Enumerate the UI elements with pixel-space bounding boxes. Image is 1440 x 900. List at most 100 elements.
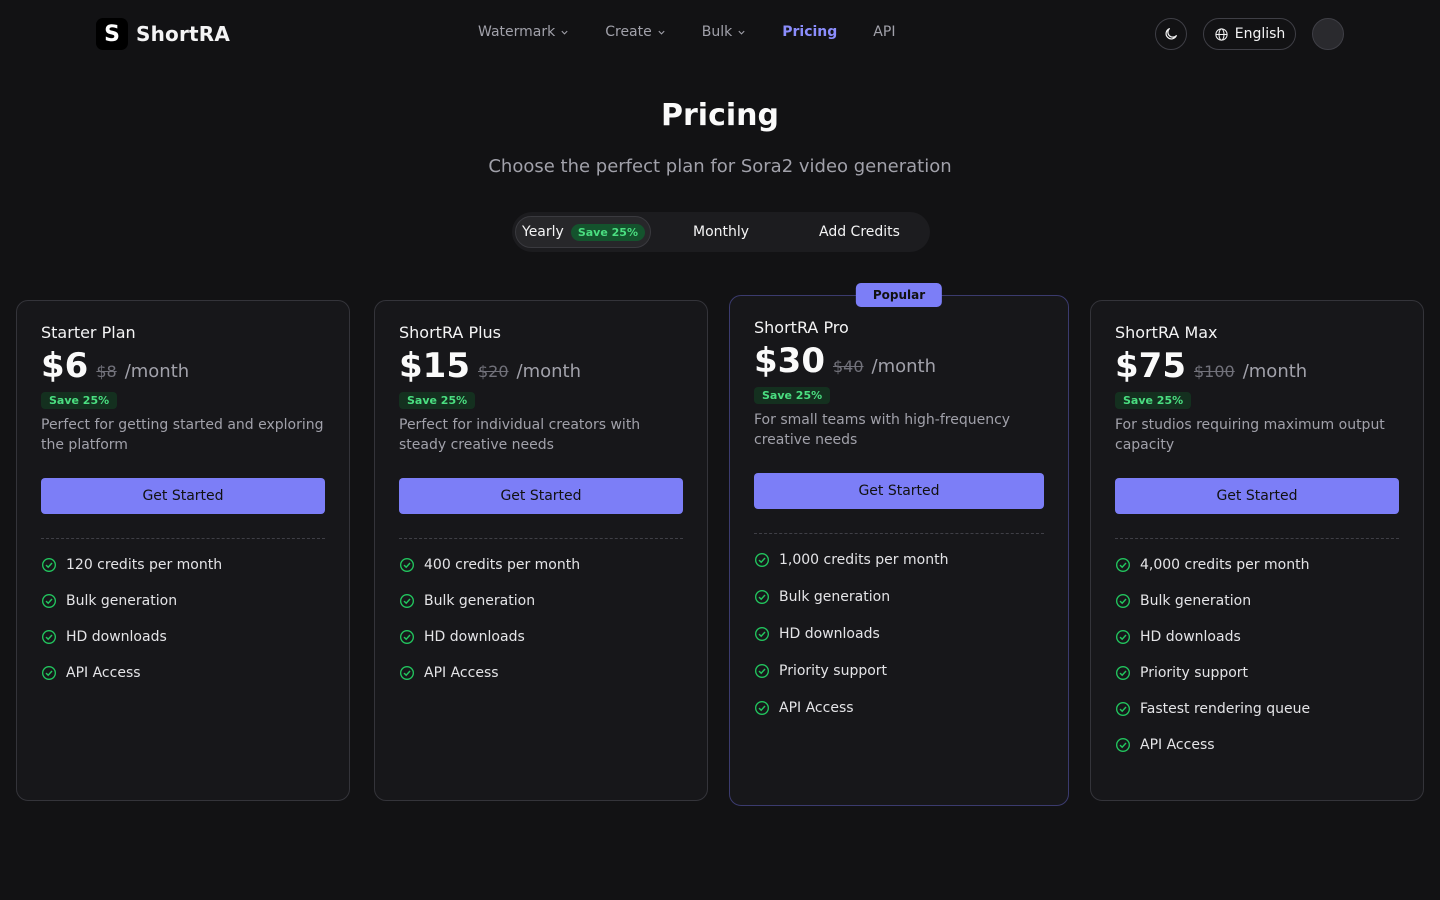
nav-item-label: Create — [605, 24, 652, 40]
nav-item-label: Pricing — [782, 24, 838, 40]
plan-description: For studios requiring maximum output cap… — [1115, 417, 1385, 453]
feature-item: API Access — [1115, 735, 1399, 755]
main-nav: Watermark Create Bulk Pricing API — [478, 24, 931, 40]
divider — [1115, 538, 1399, 539]
get-started-button[interactable]: Get Started — [41, 478, 325, 514]
feature-item: Fastest rendering queue — [1115, 699, 1399, 719]
price-row: $75 $100 /month — [1115, 346, 1399, 386]
nav-item-api[interactable]: API — [873, 24, 895, 40]
feature-label: 120 credits per month — [66, 557, 223, 573]
check-circle-icon — [1116, 702, 1130, 716]
nav-item-pricing[interactable]: Pricing — [782, 24, 837, 40]
feature-label: Bulk generation — [66, 593, 178, 609]
feature-label: API Access — [1140, 737, 1215, 753]
plan-description: For small teams with high-frequency crea… — [754, 412, 1011, 448]
plan-price: $15 — [399, 346, 470, 386]
check-circle-icon — [1116, 630, 1130, 644]
language-selector[interactable]: English — [1203, 18, 1296, 50]
feature-label: HD downloads — [66, 629, 167, 645]
plan-old-price: $100 — [1193, 362, 1235, 381]
nav-item-watermark[interactable]: Watermark — [478, 24, 569, 40]
plan-card-starter: Starter Plan $6 $8 /month Save 25% Perfe… — [16, 300, 350, 801]
nav-item-bulk[interactable]: Bulk — [702, 24, 746, 40]
get-started-button[interactable]: Get Started — [754, 473, 1044, 509]
plan-card-plus: ShortRA Plus $15 $20 /month Save 25% Per… — [374, 300, 708, 801]
feature-item: Priority support — [754, 661, 1044, 681]
check-circle-icon — [400, 666, 414, 680]
check-circle-icon — [755, 664, 769, 678]
chevron-down-icon — [738, 30, 745, 35]
feature-label: HD downloads — [424, 629, 525, 645]
plan-period: /month — [516, 361, 582, 382]
plan-price: $75 — [1115, 346, 1186, 386]
plan-period: /month — [871, 356, 937, 377]
feature-label: Bulk generation — [424, 593, 536, 609]
price-row: $15 $20 /month — [399, 346, 683, 386]
check-circle-icon — [42, 558, 56, 572]
billing-toggle: Yearly Save 25% Monthly Add Credits — [512, 212, 930, 252]
save-badge: Save 25% — [1115, 392, 1192, 409]
chevron-down-icon — [561, 30, 568, 35]
feature-item: Bulk generation — [399, 591, 683, 611]
save-badge: Save 25% — [754, 387, 831, 404]
feature-label: HD downloads — [779, 626, 880, 642]
feature-item: 120 credits per month — [41, 555, 325, 575]
check-circle-icon — [755, 590, 769, 604]
check-circle-icon — [400, 558, 414, 572]
feature-label: API Access — [424, 665, 499, 681]
check-circle-icon — [400, 630, 414, 644]
toggle-add-credits-label: Add Credits — [819, 224, 900, 240]
plan-description: Perfect for individual creators with ste… — [399, 417, 641, 453]
plan-price: $6 — [41, 346, 89, 386]
feature-item: API Access — [399, 663, 683, 683]
divider — [399, 538, 683, 539]
top-header: S ShortRA Watermark Create Bulk Pricing … — [0, 0, 1440, 68]
check-circle-icon — [755, 627, 769, 641]
feature-item: Bulk generation — [1115, 591, 1399, 611]
check-circle-icon — [755, 701, 769, 715]
user-avatar[interactable] — [1312, 18, 1344, 50]
brand-logo[interactable]: S ShortRA — [96, 18, 230, 50]
divider — [41, 538, 325, 539]
check-circle-icon — [1116, 558, 1130, 572]
plan-name: ShortRA Plus — [399, 323, 502, 342]
plan-old-price: $8 — [96, 362, 117, 381]
plan-name: Starter Plan — [41, 323, 136, 342]
toggle-monthly-label: Monthly — [693, 224, 750, 240]
get-started-button[interactable]: Get Started — [1115, 478, 1399, 514]
feature-label: Fastest rendering queue — [1140, 701, 1311, 717]
feature-label: 4,000 credits per month — [1140, 557, 1310, 573]
check-circle-icon — [1116, 666, 1130, 680]
nav-item-create[interactable]: Create — [605, 24, 666, 40]
feature-item: HD downloads — [399, 627, 683, 647]
nav-item-label: API — [873, 24, 896, 40]
nav-item-label: Bulk — [701, 24, 733, 40]
feature-label: 1,000 credits per month — [779, 552, 949, 568]
feature-item: HD downloads — [41, 627, 325, 647]
feature-item: API Access — [41, 663, 325, 683]
chevron-down-icon — [658, 30, 665, 35]
feature-label: Bulk generation — [779, 589, 891, 605]
toggle-monthly[interactable]: Monthly — [693, 216, 749, 248]
divider — [754, 533, 1044, 534]
moon-icon — [1165, 28, 1177, 40]
logo-icon: S — [96, 18, 128, 50]
feature-item: HD downloads — [754, 624, 1044, 644]
plan-description: Perfect for getting started and explorin… — [41, 417, 324, 453]
plan-name: ShortRA Pro — [754, 318, 849, 337]
feature-item: HD downloads — [1115, 627, 1399, 647]
brand-name: ShortRA — [136, 22, 231, 46]
plan-period: /month — [1242, 361, 1308, 382]
check-circle-icon — [1116, 594, 1130, 608]
feature-label: HD downloads — [1140, 629, 1241, 645]
toggle-yearly-label: Yearly — [522, 224, 564, 240]
yearly-save-badge: Save 25% — [570, 223, 645, 241]
plan-card-max: ShortRA Max $75 $100 /month Save 25% For… — [1090, 300, 1424, 801]
theme-toggle-button[interactable] — [1155, 18, 1187, 50]
get-started-button[interactable]: Get Started — [399, 478, 683, 514]
check-circle-icon — [400, 594, 414, 608]
toggle-add-credits[interactable]: Add Credits — [819, 216, 900, 248]
plan-price: $30 — [754, 341, 825, 381]
plan-period: /month — [124, 361, 190, 382]
toggle-yearly[interactable]: Yearly Save 25% — [515, 216, 651, 248]
